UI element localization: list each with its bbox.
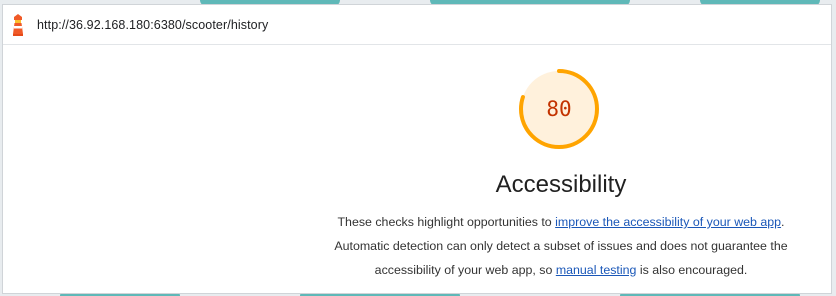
description-text: is also encouraged.	[636, 263, 748, 277]
url-bar: http://36.92.168.180:6380/scooter/histor…	[3, 5, 831, 45]
improve-accessibility-link[interactable]: improve the accessibility of your web ap…	[555, 215, 781, 229]
lighthouse-icon	[7, 13, 29, 37]
category-description: These checks highlight opportunities to …	[328, 210, 794, 282]
description-text: These checks highlight opportunities to	[337, 215, 556, 229]
score-gauge: 80	[517, 67, 601, 151]
report-window: http://36.92.168.180:6380/scooter/histor…	[2, 4, 832, 294]
report-url: http://36.92.168.180:6380/scooter/histor…	[37, 17, 269, 32]
category-title: Accessibility	[495, 171, 627, 198]
score-value: 80	[546, 97, 572, 121]
manual-testing-link[interactable]: manual testing	[556, 263, 637, 277]
